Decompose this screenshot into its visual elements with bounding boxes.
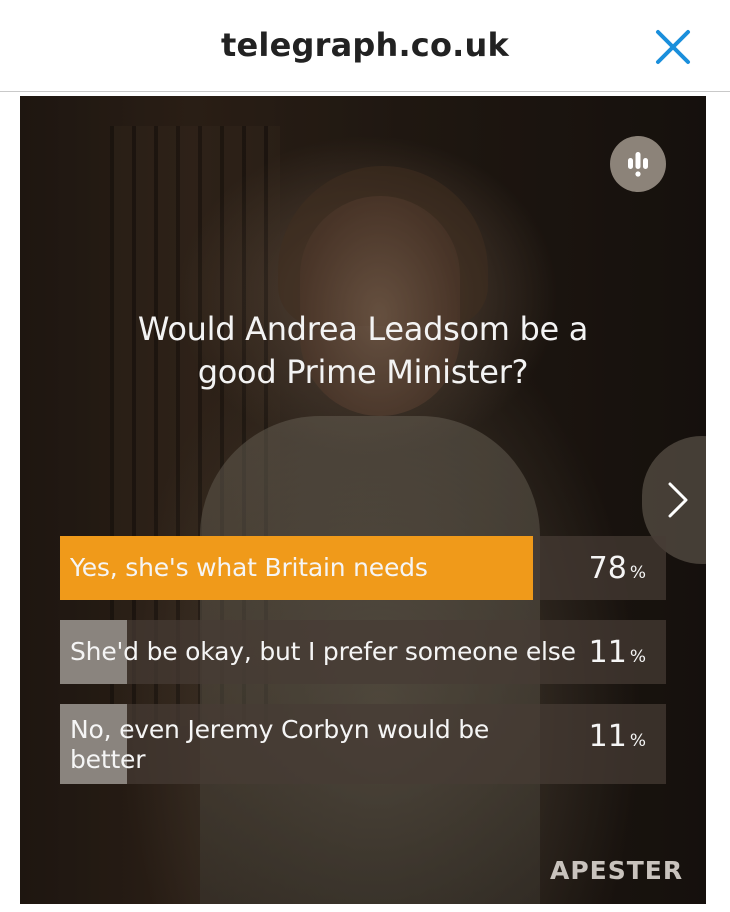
site-title: telegraph.co.uk — [221, 26, 509, 64]
poll-card: Would Andrea Leadsom be a good Prime Min… — [20, 96, 706, 904]
close-button[interactable] — [654, 28, 692, 66]
answer-label: No, even Jeremy Corbyn would be better — [70, 715, 490, 774]
apester-icon — [628, 152, 648, 177]
answer-percent: 11% — [588, 719, 646, 754]
close-icon — [656, 30, 690, 64]
poll-answer-1[interactable]: Yes, she's what Britain needs 78% — [60, 536, 666, 600]
poll-question: Would Andrea Leadsom be a good Prime Min… — [137, 310, 589, 391]
poll-answer-3[interactable]: No, even Jeremy Corbyn would be better 1… — [60, 704, 666, 784]
apester-menu-button[interactable] — [610, 136, 666, 192]
browser-header: telegraph.co.uk — [0, 0, 730, 92]
apester-logo: APESTER — [550, 856, 684, 885]
poll-answer-2[interactable]: She'd be okay, but I prefer someone else… — [60, 620, 666, 684]
answer-percent: 78% — [588, 551, 646, 586]
answer-label: She'd be okay, but I prefer someone else — [70, 637, 576, 666]
answer-label: Yes, she's what Britain needs — [70, 553, 428, 582]
answer-percent: 11% — [588, 635, 646, 670]
